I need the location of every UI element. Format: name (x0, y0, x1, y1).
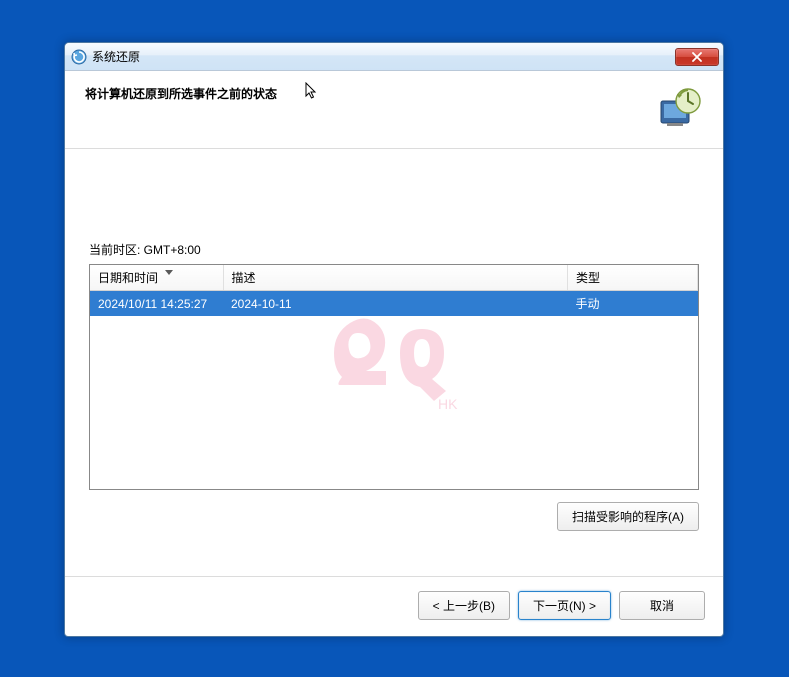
system-restore-icon (71, 49, 87, 65)
column-description[interactable]: 描述 (223, 265, 568, 291)
timezone-label: 当前时区: GMT+8:00 (89, 241, 699, 258)
sort-descending-icon (165, 264, 173, 278)
cell-type: 手动 (568, 291, 698, 317)
page-title: 将计算机还原到所选事件之前的状态 (85, 85, 655, 102)
titlebar[interactable]: 系统还原 (65, 43, 723, 71)
column-datetime-label: 日期和时间 (98, 271, 158, 285)
cancel-button[interactable]: 取消 (619, 591, 705, 620)
table-row[interactable]: 2024/10/11 14:25:27 2024-10-11 手动 (90, 291, 698, 317)
table-header-row: 日期和时间 描述 类型 (90, 265, 698, 291)
column-type[interactable]: 类型 (568, 265, 698, 291)
close-icon (691, 52, 703, 62)
page-title-text: 将计算机还原到所选事件之前的状态 (85, 87, 277, 101)
next-button[interactable]: 下一页(N) > (518, 591, 611, 620)
restore-point-icon (655, 85, 703, 133)
system-restore-window: 系统还原 将计算机还原到所选事件之前的状态 (64, 42, 724, 637)
mouse-cursor-icon (305, 82, 319, 102)
close-button[interactable] (675, 48, 719, 66)
wizard-header: 将计算机还原到所选事件之前的状态 (65, 71, 723, 149)
cell-datetime: 2024/10/11 14:25:27 (90, 291, 223, 317)
scan-row: 扫描受影响的程序(A) (89, 502, 699, 531)
window-title: 系统还原 (92, 48, 675, 65)
wizard-footer: < 上一步(B) 下一页(N) > 取消 (65, 576, 723, 636)
wizard-content: 当前时区: GMT+8:00 日期和时间 (65, 149, 723, 576)
scan-affected-programs-button[interactable]: 扫描受影响的程序(A) (557, 502, 699, 531)
cell-description: 2024-10-11 (223, 291, 568, 317)
column-description-label: 描述 (232, 271, 256, 285)
back-button[interactable]: < 上一步(B) (418, 591, 510, 620)
column-type-label: 类型 (576, 271, 600, 285)
column-datetime[interactable]: 日期和时间 (90, 265, 223, 291)
restore-points-table[interactable]: 日期和时间 描述 类型 (89, 264, 699, 490)
